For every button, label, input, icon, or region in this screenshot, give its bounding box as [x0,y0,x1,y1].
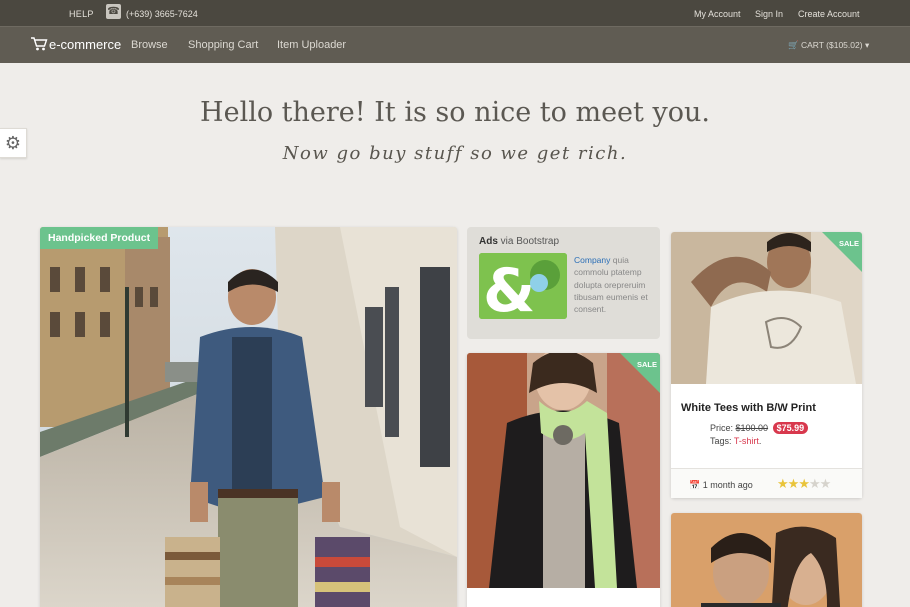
product-tags: Tags: T-shirt. [710,436,762,446]
sale-badge: SALE [620,353,660,393]
ads-title: Ads via Bootstrap [479,236,560,247]
star-filled-icon[interactable]: ★ [777,476,789,491]
rating-stars[interactable]: ★★★★★ [777,476,832,492]
old-price: $100.00 [735,423,769,433]
nav-browse[interactable]: Browse [131,39,168,51]
sale-badge: SALE [822,232,862,272]
nav-shopping-cart[interactable]: Shopping Cart [188,39,258,51]
product-price: Price: $100.00 $75.99 [710,422,809,434]
main-navbar: e-commerce Browse Shopping Cart Item Upl… [0,26,910,63]
product-footer: 📅 1 month ago ★★★★★ [671,468,862,498]
man-with-books-image [40,227,457,607]
sign-in-link[interactable]: Sign In [755,9,783,19]
phone-icon: ☎ [106,4,121,19]
ad-ampersand-image[interactable]: & [479,253,567,319]
brand-name: e-commerce [49,36,122,52]
ads-box[interactable]: Ads via Bootstrap & Company quia commolu… [467,227,660,339]
phone-number: (+639) 3665-7624 [126,9,198,19]
hero-title: Hello there! It is so nice to meet you. [200,97,710,128]
handpicked-ribbon: Handpicked Product [40,227,159,249]
caret-down-icon: ▾ [864,40,870,50]
product-name[interactable]: White Tees with B/W Print [681,402,816,414]
calendar-icon: 📅 [689,480,701,490]
sale-price-badge: $75.99 [772,422,809,434]
star-empty-icon[interactable]: ★ [809,476,821,491]
cart-total: CART ($105.02) [800,40,863,50]
top-utility-bar: HELP ☎ (+639) 3665-7624 My Account Sign … [0,0,910,26]
product-card-couple[interactable] [671,513,862,607]
hero-subtitle: Now go buy stuff so we get rich. [282,143,628,164]
featured-product-photo[interactable] [40,227,457,607]
tag-link[interactable]: T-shirt [734,436,759,446]
create-account-link[interactable]: Create Account [798,9,860,19]
featured-product-card[interactable]: Handpicked Product [40,227,457,607]
cart-icon: 🛒 [788,40,799,50]
product-photo-couple[interactable] [671,513,862,607]
my-account-link[interactable]: My Account [694,9,741,19]
star-filled-icon[interactable]: ★ [798,476,810,491]
posted-time: 📅 1 month ago [689,480,753,490]
product-card-scarf[interactable]: SALE [467,353,660,607]
shopping-cart-icon [31,37,48,51]
ampersand-logo-icon: & [479,253,567,319]
help-link[interactable]: HELP [69,9,94,19]
cart-dropdown[interactable]: 🛒 CART ($105.02) ▾ [788,40,869,51]
star-empty-icon[interactable]: ★ [820,476,832,491]
star-filled-icon[interactable]: ★ [788,476,800,491]
ads-text: Company quia commolu ptatemp dolupta ore… [574,255,648,315]
couple-image [671,513,862,607]
brand-logo[interactable]: e-commerce [30,36,121,52]
svg-text:&: & [483,256,535,319]
nav-item-uploader[interactable]: Item Uploader [277,39,346,51]
ad-company-link[interactable]: Company [574,255,610,265]
tee-product-info: White Tees with B/W Print Price: $100.00… [671,384,862,498]
